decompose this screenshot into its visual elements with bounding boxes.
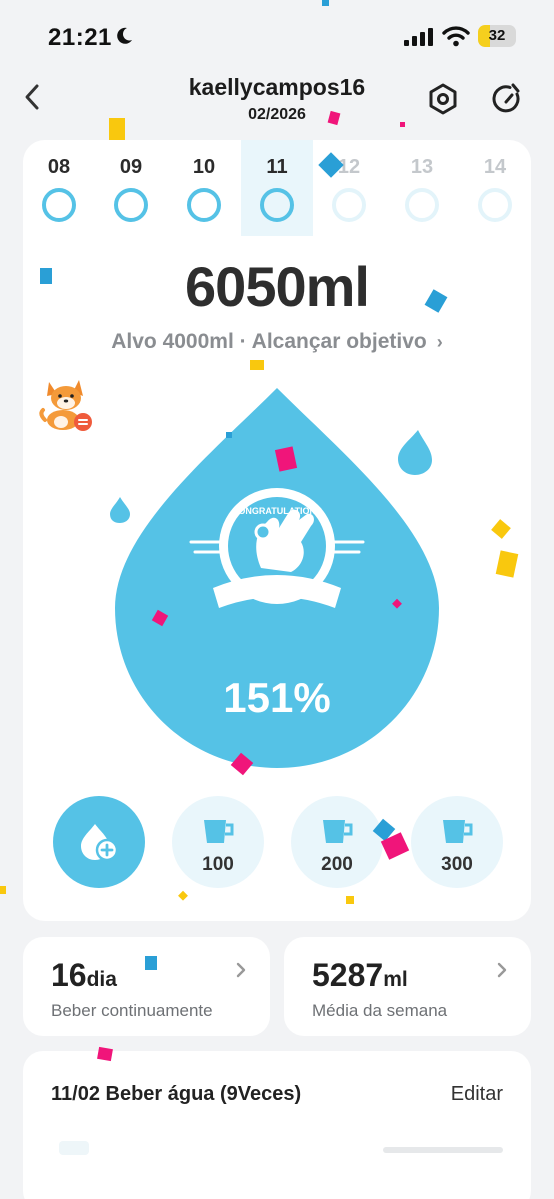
streak-value-line: 16dia [51,957,117,994]
log-title: 11/02 Beber água (9Veces) [51,1083,302,1105]
log-entry-icon [59,1141,89,1155]
edit-log-button[interactable]: Editar [451,1083,503,1106]
moon-icon [117,27,132,44]
settings-hexagon-icon[interactable] [426,82,460,116]
add-100ml-button[interactable]: 100 [172,796,264,888]
day-progress-ring [478,188,512,222]
chevron-right-icon: › [436,332,443,352]
water-drop-icon [398,430,432,475]
streak-unit: dia [86,968,117,991]
goal-text: Alvo 4000ml · Alcançar objetivo [111,330,427,353]
day-label: 14 [483,156,507,178]
chevron-right-icon [236,962,246,978]
day-label: 13 [410,156,434,178]
streak-label: Beber continuamente [51,1001,213,1020]
add-200ml-button[interactable]: 200 [291,796,383,888]
cup-icon [323,820,353,843]
streak-card[interactable]: 16dia Beber continuamente [23,937,270,1036]
log-entry-row[interactable] [383,1147,503,1153]
day-label: 12 [337,156,361,178]
badge-text: CONGRATULATIONS [232,506,322,516]
quick-add-label: 300 [441,854,473,875]
day-progress-ring [260,188,294,222]
day-item[interactable]: 10 [168,140,240,236]
cup-icon [204,820,234,843]
page-title: kaellycampos16 [188,74,366,100]
weekly-average-card[interactable]: 5287ml Média da semana [284,937,531,1036]
chevron-right-icon [497,962,507,978]
refresh-icon[interactable] [490,82,524,116]
add-300ml-button[interactable]: 300 [411,796,503,888]
intake-amount: 6050ml [185,255,370,318]
day-item[interactable]: 09 [95,140,167,236]
progress-percent: 151% [223,674,331,721]
battery-indicator: 32 [478,25,516,47]
day-item[interactable]: 13 [386,140,458,236]
day-label: 08 [47,156,71,178]
confetti-piece [0,886,6,894]
pet-dog-icon[interactable] [39,376,95,434]
signal-icon [404,28,433,46]
app-screen: 21:21 32 kaellycampos16 02/2026 08 09 10… [0,0,554,1199]
day-item[interactable]: 08 [23,140,95,236]
daily-progress-card: 08 09 10 11 12 13 14 6050ml Alvo 4000ml … [23,140,531,921]
day-label: 09 [119,156,143,178]
status-time: 21:21 [48,24,112,51]
day-progress-ring [42,188,76,222]
cup-icon [443,820,473,843]
status-bar: 21:21 32 [0,0,554,72]
day-label: 11 [266,156,288,178]
quick-add-label: 200 [321,854,353,875]
streak-value: 16 [51,957,87,993]
day-progress-ring [114,188,148,222]
average-value-line: 5287ml [312,957,408,994]
battery-percent: 32 [488,27,506,44]
custom-add-button[interactable] [53,796,145,888]
goal-link[interactable]: Alvo 4000ml · Alcançar objetivo › [23,330,531,354]
average-label: Média da semana [312,1001,448,1020]
drink-log-card: 11/02 Beber água (9Veces) Editar [23,1051,531,1199]
water-drop-icon [110,497,130,523]
day-item-selected[interactable]: 11 [241,140,313,236]
average-value: 5287 [312,957,384,993]
day-label: 10 [192,156,216,178]
wifi-icon [442,26,470,47]
day-item[interactable]: 12 [313,140,385,236]
drop-plus-icon [81,824,119,862]
day-selector: 08 09 10 11 12 13 14 [23,140,531,236]
page-subtitle-date[interactable]: 02/2026 [0,106,554,124]
average-unit: ml [383,968,408,991]
day-progress-ring [332,188,366,222]
day-item[interactable]: 14 [459,140,531,236]
day-progress-ring [405,188,439,222]
quick-add-label: 100 [202,854,234,875]
day-progress-ring [187,188,221,222]
